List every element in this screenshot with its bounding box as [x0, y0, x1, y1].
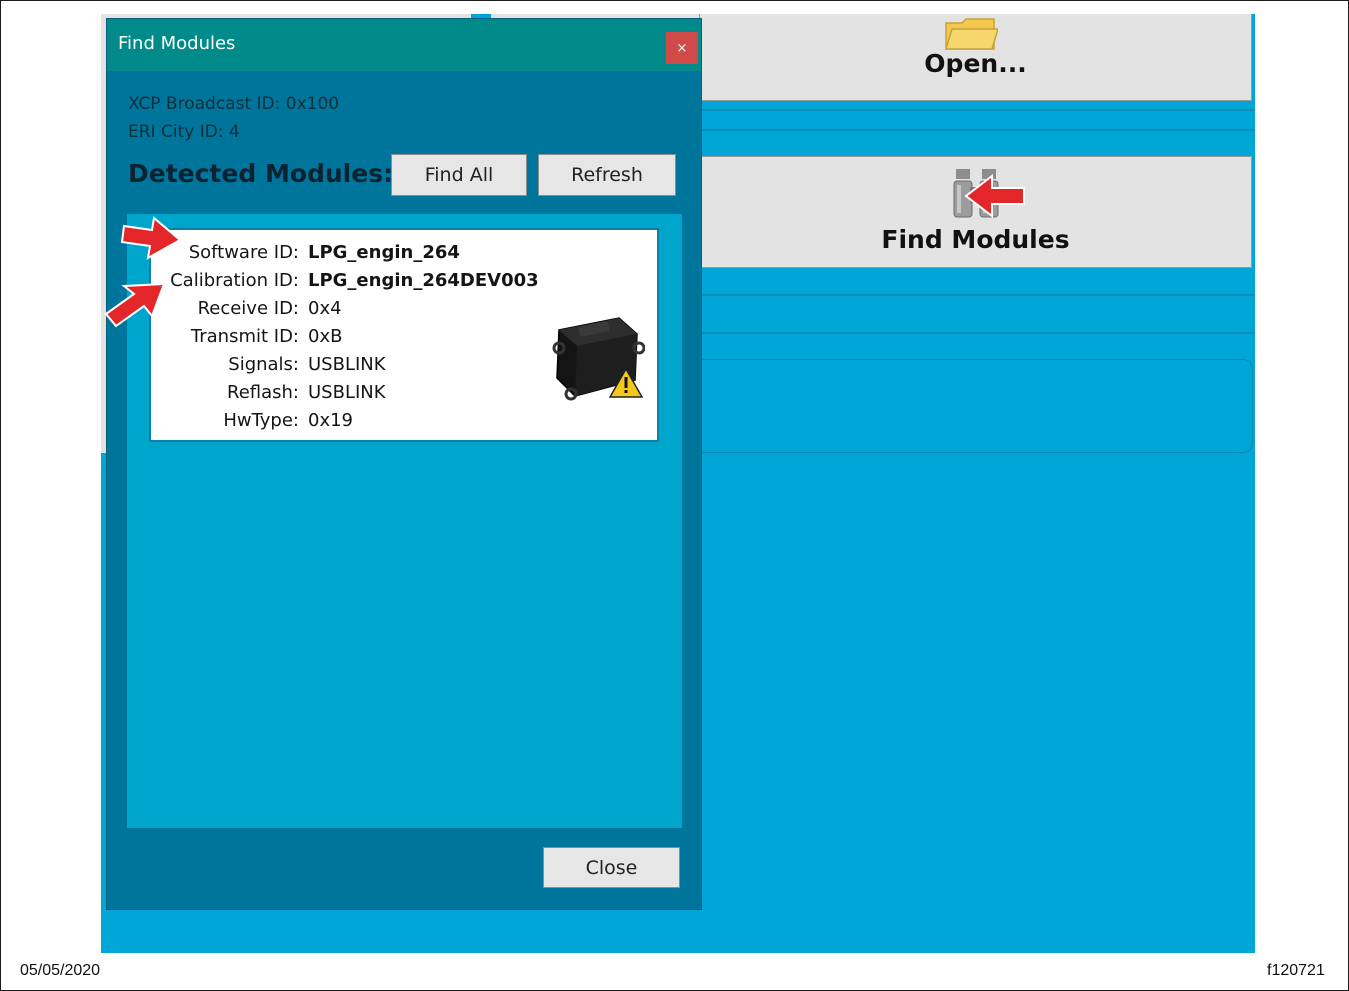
dialog-titlebar[interactable]: Find Modules ×	[107, 19, 701, 71]
module-field-label: Transmit ID:	[190, 326, 299, 347]
module-field-value: USBLINK	[308, 382, 386, 403]
module-field-label: Software ID:	[188, 242, 299, 263]
annotation-arrow	[964, 173, 1025, 219]
close-icon[interactable]: ×	[666, 32, 698, 64]
module-field-label: Calibration ID:	[170, 270, 299, 291]
module-field-value: 0x19	[308, 410, 354, 431]
module-field-value: 0x4	[308, 298, 342, 319]
folder-icon	[944, 18, 998, 50]
find-modules-button-label: Find Modules	[881, 224, 1070, 254]
detected-modules-heading: Detected Modules:	[128, 159, 394, 188]
annotation-arrow	[120, 216, 182, 260]
module-field-value: LPG_engin_264	[308, 242, 460, 263]
eri-city-id: ERI City ID: 4	[128, 122, 240, 142]
module-field-value: USBLINK	[308, 354, 386, 375]
find-modules-dialog: Find Modules × XCP Broadcast ID: 0x100 E…	[107, 19, 701, 909]
open-button[interactable]: Open...	[699, 14, 1252, 101]
module-card[interactable]: Software ID: LPG_engin_264 Calibration ID:…	[149, 228, 659, 442]
module-list: Software ID: LPG_engin_264 Calibration ID:…	[127, 214, 682, 828]
module-field-value: LPG_engin_264DEV003	[308, 270, 539, 291]
module-field-label: Reflash:	[227, 382, 299, 403]
divider	[699, 109, 1255, 111]
module-field-label: HwType:	[223, 410, 299, 431]
module-field-label: Signals:	[228, 354, 299, 375]
divider	[699, 129, 1255, 131]
background-panel	[699, 359, 1253, 453]
annotation-arrow	[104, 282, 166, 328]
divider	[699, 332, 1255, 334]
refresh-button[interactable]: Refresh	[538, 154, 676, 196]
close-button[interactable]: Close	[543, 847, 680, 888]
find-all-button[interactable]: Find All	[391, 154, 527, 196]
warning-icon	[609, 368, 643, 398]
module-field-value: 0xB	[308, 326, 343, 347]
footer-date: 05/05/2020	[20, 962, 101, 979]
divider	[699, 294, 1255, 296]
dialog-title: Find Modules	[118, 33, 236, 54]
module-field-label: Receive ID:	[197, 298, 299, 319]
xcp-broadcast-id: XCP Broadcast ID: 0x100	[128, 94, 340, 114]
footer-figure-id: f120721	[1267, 962, 1325, 979]
